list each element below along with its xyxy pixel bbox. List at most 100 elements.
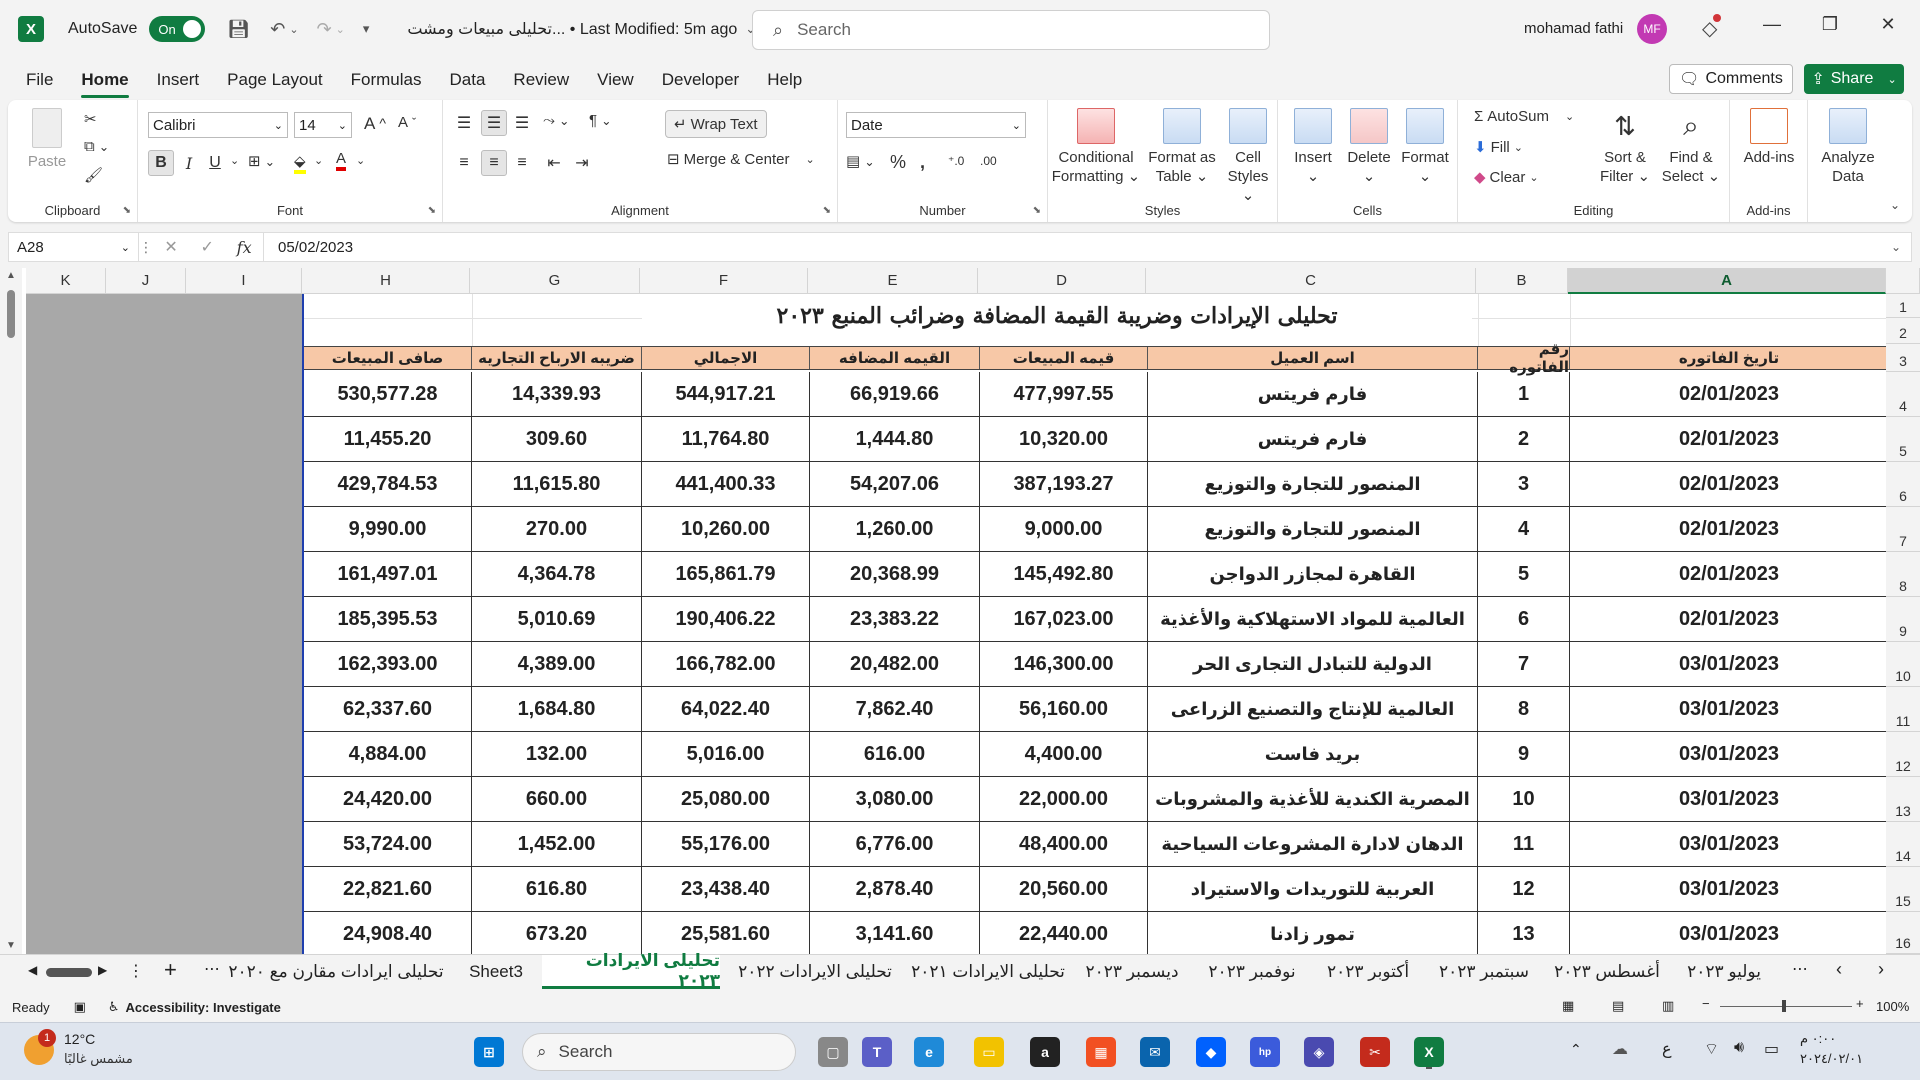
invoice-date-cell[interactable]: 03/01/2023 — [1570, 912, 1886, 954]
align-top-icon[interactable]: ☰ — [451, 110, 477, 136]
invoice-date-cell[interactable]: 02/01/2023 — [1570, 372, 1886, 416]
align-right-icon[interactable]: ≡ — [509, 150, 535, 176]
fill-color-icon[interactable]: ⬙ — [294, 152, 306, 174]
profit-tax-cell[interactable]: 270.00 — [472, 507, 642, 551]
total-cell[interactable]: 165,861.79 — [642, 552, 810, 596]
delete-cells-button[interactable]: Delete ⌄ — [1342, 108, 1396, 186]
language-indicator[interactable]: ع — [1662, 1039, 1672, 1059]
increase-decimal-icon[interactable]: ⁺.0 — [948, 154, 964, 168]
expand-formula-bar-icon[interactable]: ⌄ — [1881, 240, 1911, 254]
invoice-number-cell[interactable]: 9 — [1478, 732, 1570, 776]
customer-name-cell[interactable]: العالمية للمواد الاستهلاكية والأغذية — [1148, 597, 1478, 641]
vat-cell[interactable]: 2,878.40 — [810, 867, 980, 911]
sheet-tab[interactable]: يوليو ٢٠٢٣ — [1676, 955, 1772, 989]
invoice-number-cell[interactable]: 7 — [1478, 642, 1570, 686]
sheet-tab-active[interactable]: تحليلى الايرادات ٢٠٢٣ — [542, 951, 720, 990]
tab-data[interactable]: Data — [436, 62, 500, 98]
start-icon[interactable]: ⊞ — [474, 1037, 504, 1067]
customer-name-cell[interactable]: فارم فريتس — [1148, 417, 1478, 461]
total-cell[interactable]: 190,406.22 — [642, 597, 810, 641]
customer-name-cell[interactable]: المنصور للتجارة والتوزيع — [1148, 507, 1478, 551]
vat-cell[interactable]: 20,368.99 — [810, 552, 980, 596]
font-color-icon[interactable]: A — [336, 150, 347, 171]
italic-button[interactable]: I — [176, 150, 202, 176]
column-header-d[interactable]: D — [978, 268, 1146, 294]
zoom-out-icon[interactable]: − — [1702, 996, 1710, 1011]
avatar[interactable]: MF — [1637, 14, 1667, 44]
underline-button[interactable]: U — [202, 150, 228, 176]
taskbar-search[interactable]: ⌕ Search — [522, 1033, 796, 1071]
font-name-box[interactable]: Calibri ⌄ — [148, 112, 288, 138]
customer-name-cell[interactable]: المنصور للتجارة والتوزيع — [1148, 462, 1478, 506]
wifi-icon[interactable]: ⌔ — [1704, 1039, 1719, 1059]
row-header[interactable]: 1 — [1886, 294, 1920, 318]
column-header-g[interactable]: G — [470, 268, 640, 294]
sheet-tab[interactable]: سبتمبر ٢٠٢٣ — [1432, 955, 1536, 989]
total-cell[interactable]: 55,176.00 — [642, 822, 810, 866]
weather-text[interactable]: مشمس غالبًا — [64, 1051, 133, 1067]
total-cell[interactable]: 25,581.60 — [642, 912, 810, 954]
row-header[interactable]: 8 — [1886, 552, 1920, 597]
tab-review[interactable]: Review — [499, 62, 583, 98]
row-header[interactable]: 14 — [1886, 822, 1920, 867]
customer-name-cell[interactable]: تمور زادنا — [1148, 912, 1478, 954]
customer-name-cell[interactable]: المصرية الكندية للأغذية والمشروبات — [1148, 777, 1478, 821]
net-sales-cell[interactable]: 11,455.20 — [304, 417, 472, 461]
decrease-font-icon[interactable]: Aˇ — [398, 114, 416, 131]
sales-value-cell[interactable]: 145,492.80 — [980, 552, 1148, 596]
sales-value-cell[interactable]: 146,300.00 — [980, 642, 1148, 686]
clear-button[interactable]: ◆ Clear ⌄ — [1474, 168, 1539, 187]
autosave-toggle[interactable]: On — [149, 16, 206, 42]
sales-value-cell[interactable]: 167,023.00 — [980, 597, 1148, 641]
column-header-k[interactable]: K — [26, 268, 106, 294]
align-bottom-icon[interactable]: ☰ — [509, 110, 535, 136]
tab-insert[interactable]: Insert — [143, 62, 214, 98]
vat-cell[interactable]: 66,919.66 — [810, 372, 980, 416]
tab-page-layout[interactable]: Page Layout — [213, 62, 336, 98]
zoom-slider[interactable] — [1720, 1006, 1852, 1007]
total-cell[interactable]: 10,260.00 — [642, 507, 810, 551]
task-view-icon[interactable]: ▢ — [818, 1037, 848, 1067]
sheet-tab[interactable]: أغسطس ٢٠٢٣ — [1552, 955, 1662, 989]
copy-icon[interactable]: ⧉ ⌄ — [84, 138, 109, 155]
font-color-dropdown-icon[interactable]: ⌄ — [356, 154, 365, 167]
column-header-h[interactable]: H — [302, 268, 470, 294]
amazon-icon[interactable]: a — [1030, 1037, 1060, 1067]
restore-icon[interactable]: ❐ — [1815, 14, 1845, 35]
column-header-c[interactable]: C — [1146, 268, 1476, 294]
row-header[interactable]: 3 — [1886, 344, 1920, 372]
redo-icon[interactable]: ↷ — [317, 19, 332, 40]
underline-dropdown-icon[interactable]: ⌄ — [230, 154, 239, 167]
sales-value-cell[interactable]: 56,160.00 — [980, 687, 1148, 731]
sales-value-cell[interactable]: 387,193.27 — [980, 462, 1148, 506]
profit-tax-cell[interactable]: 132.00 — [472, 732, 642, 776]
align-left-icon[interactable]: ≡ — [451, 150, 477, 176]
vat-cell[interactable]: 23,383.22 — [810, 597, 980, 641]
cut-icon[interactable]: ✂ — [84, 110, 97, 128]
sales-value-cell[interactable]: 477,997.55 — [980, 372, 1148, 416]
header-profit-tax[interactable]: ضريبه الارباح التجاريه — [472, 347, 642, 369]
net-sales-cell[interactable]: 9,990.00 — [304, 507, 472, 551]
sheet-tab[interactable]: تحليلى الايرادات ٢٠٢٢ — [726, 955, 904, 989]
vertical-scrollbar[interactable]: ▲ ▼ — [0, 268, 22, 954]
fill-button[interactable]: ⬇ Fill ⌄ — [1474, 138, 1523, 157]
accessibility-icon[interactable]: ♿︎ — [108, 999, 120, 1015]
vat-cell[interactable]: 1,444.80 — [810, 417, 980, 461]
bold-button[interactable]: B — [148, 150, 174, 176]
profit-tax-cell[interactable]: 616.80 — [472, 867, 642, 911]
invoice-number-cell[interactable]: 13 — [1478, 912, 1570, 954]
clipboard-launcher-icon[interactable]: ⬊ — [123, 205, 131, 216]
customer-name-cell[interactable]: بريد فاست — [1148, 732, 1478, 776]
column-header-b[interactable]: B — [1476, 268, 1568, 294]
row-header[interactable]: 12 — [1886, 732, 1920, 777]
scroll-tabs-left-icon[interactable]: ◀ — [28, 963, 37, 977]
orientation-icon[interactable]: ⤳ ⌄ — [543, 112, 570, 129]
name-box[interactable]: A28 ⌄ — [9, 233, 139, 261]
analyze-data-button[interactable]: Analyze Data — [1812, 108, 1884, 186]
clock-date[interactable]: ٢٠٢٤/٠٢/٠١ — [1800, 1051, 1863, 1067]
sheet-title[interactable]: تحليلى الإيرادات وضريبة القيمة المضافة و… — [642, 294, 1472, 338]
header-invoice-date[interactable]: تاريخ الفاتوره — [1570, 347, 1886, 369]
dropbox-icon[interactable]: ◆ — [1196, 1037, 1226, 1067]
text-direction-icon[interactable]: ¶ ⌄ — [589, 112, 612, 129]
increase-indent-icon[interactable]: ⇥ — [569, 150, 595, 176]
